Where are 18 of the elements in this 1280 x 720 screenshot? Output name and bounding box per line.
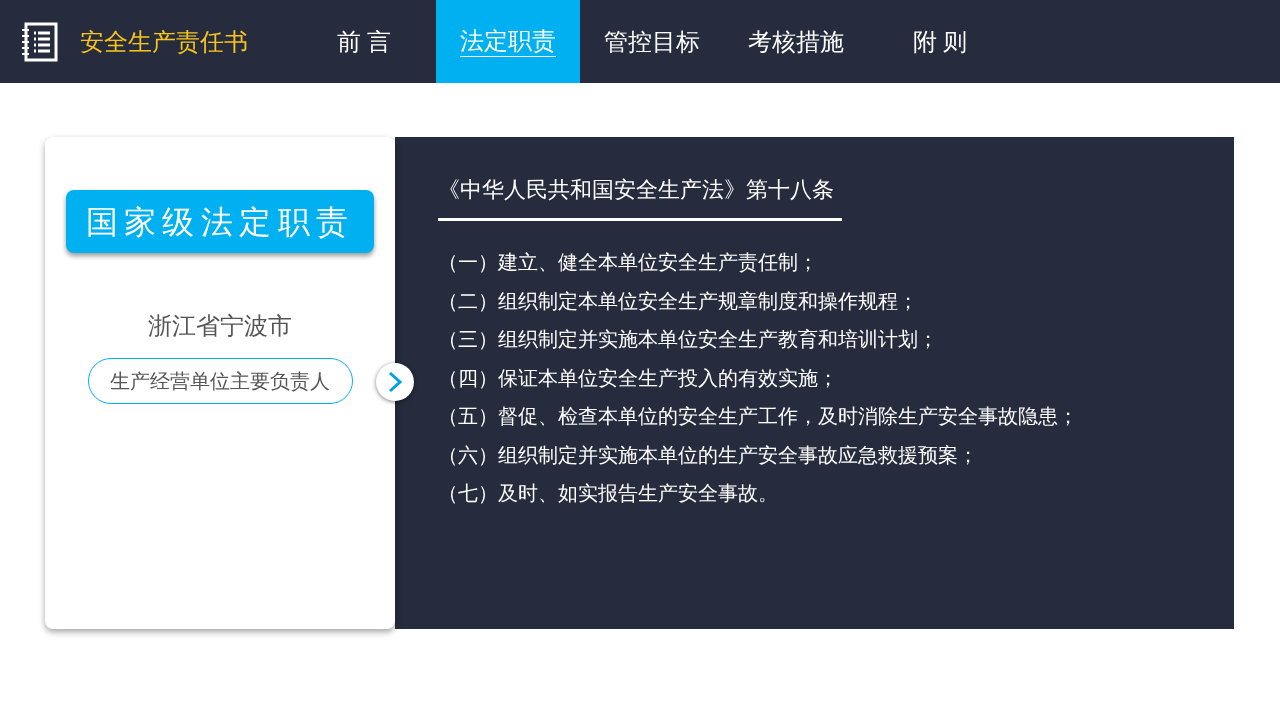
heading-banner: 国家级法定职责 [66,190,374,253]
duty-item: （二）组织制定本单位安全生产规章制度和操作规程； [438,288,918,314]
nav-tab[interactable]: 前 言 [292,0,436,83]
duty-item: （五）督促、检查本单位的安全生产工作，及时消除生产安全事故隐患； [438,404,1078,429]
duty-item: （一）建立、健全本单位安全生产责任制； [438,250,818,275]
app-title: 安全生产责任书 [80,26,248,57]
duty-item: （四）保证本单位安全生产投入的有效实施； [438,365,838,391]
notebook-icon [22,21,58,62]
next-button[interactable] [376,363,414,401]
duty-item: （六）组织制定并实施本单位的生产安全事故应急救援预案； [438,442,978,468]
nav-tab[interactable]: 管控目标 [580,0,724,83]
duty-item: （三）组织制定并实施本单位安全生产教育和培训计划； [438,327,938,352]
duty-item: （七）及时、如实报告生产安全事故。 [438,481,778,506]
region-label: 浙江省宁波市 [148,311,292,341]
nav-tab[interactable]: 附 则 [868,0,1012,83]
nav-tab[interactable]: 考核措施 [724,0,868,83]
article-title: 《中华人民共和国安全生产法》第十八条 [438,173,842,221]
chevron-right-icon [387,371,403,393]
